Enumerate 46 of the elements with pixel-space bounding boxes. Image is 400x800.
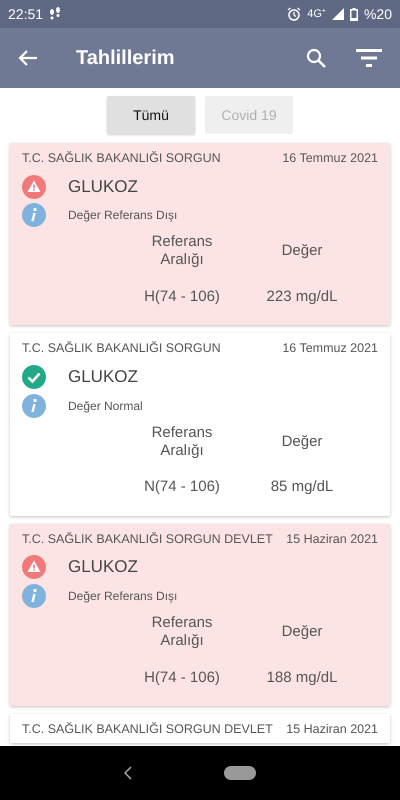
search-icon (306, 48, 326, 68)
result-date: 16 Temmuz 2021 (282, 340, 378, 358)
column-header: Referans Aralığı (150, 422, 214, 460)
result-status: Değer Normal (68, 398, 143, 414)
chevron-left-icon (124, 766, 132, 780)
test-name: GLUKOZ (68, 366, 138, 388)
reference-range: N(74 - 106) (143, 477, 221, 498)
result-value: 188 mg/dL (266, 668, 338, 688)
column-header: Referans Aralığı (150, 232, 214, 270)
result-date: 16 Temmuz 2021 (282, 150, 378, 167)
result-value: 85 mg/dL (270, 477, 334, 498)
result-status: Değer Referans Dışı (68, 588, 178, 605)
check-icon (22, 364, 46, 389)
clock-text: 22:51 (8, 4, 44, 24)
column-header: Referans Aralığı (150, 612, 214, 651)
battery-icon (350, 8, 358, 20)
column-header: Değer (280, 622, 324, 642)
result-date: 15 Haziran 2021 (286, 530, 378, 548)
hospital-name: T.C. SAĞLIK BAKANLIĞI SORGUN (22, 150, 221, 167)
test-name: GLUKOZ (68, 176, 138, 198)
hospital-name: T.C. SAĞLIK BAKANLIĞI SORGUN (22, 340, 221, 358)
warning-icon (22, 174, 46, 198)
result-status: Değer Referans Dışı (68, 207, 178, 224)
alarm-clock-icon (287, 7, 302, 21)
filter-icon (356, 48, 382, 68)
result-date: 15 Haziran 2021 (286, 720, 378, 738)
battery-text: %20 (364, 4, 392, 24)
warning-icon (22, 555, 46, 579)
screen-title: Tahlillerim (76, 46, 176, 71)
hospital-name: T.C. SAĞLIK BAKANLIĞI SORGUN DEVLET (22, 720, 273, 738)
info-icon (22, 203, 46, 228)
home-pill-icon (224, 766, 256, 780)
column-header: Değer (280, 432, 324, 452)
footprints-icon (49, 7, 62, 21)
hospital-name: T.C. SAĞLIK BAKANLIĞI SORGUN DEVLET (22, 530, 273, 548)
filter-tab[interactable]: Tümü (107, 96, 195, 134)
reference-range: H(74 - 106) (143, 668, 221, 688)
signal-icon (332, 8, 344, 20)
result-value: 223 mg/dL (266, 287, 338, 307)
info-icon (22, 394, 46, 418)
network-text: 4G⁺ (307, 6, 326, 22)
reference-range: H(74 - 106) (143, 287, 221, 307)
info-icon (22, 584, 46, 608)
test-name: GLUKOZ (68, 556, 138, 578)
back-arrow-icon (18, 49, 38, 67)
column-header: Değer (280, 241, 324, 262)
